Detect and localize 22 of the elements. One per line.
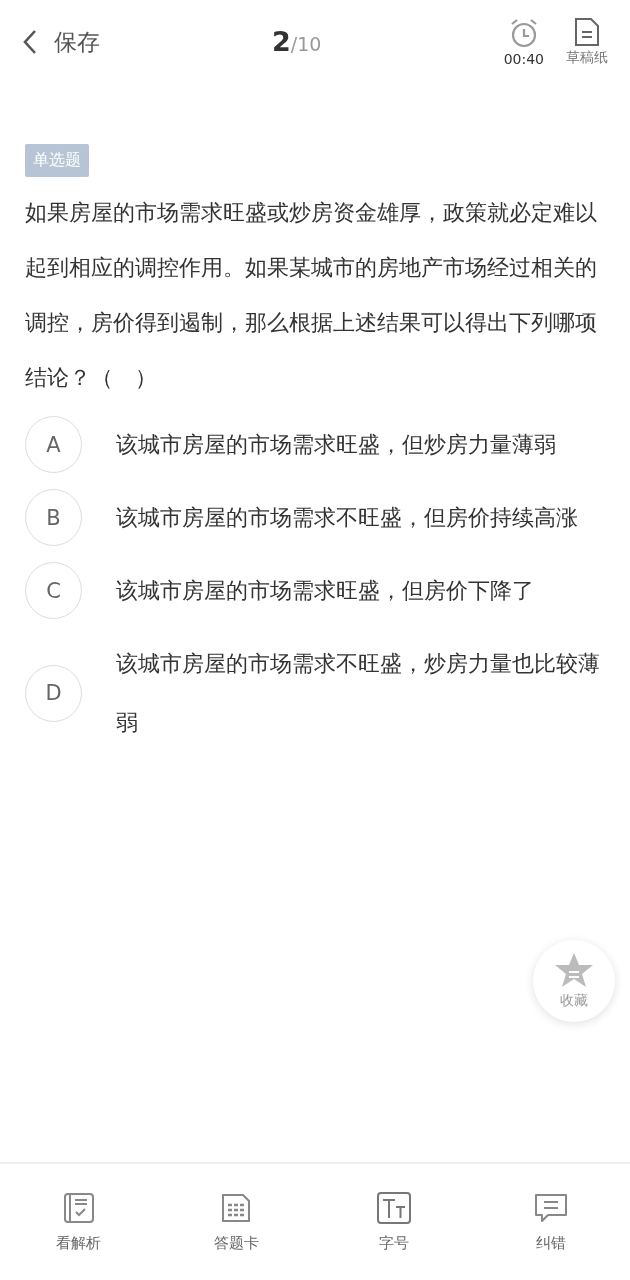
question-total: /10	[290, 33, 322, 55]
document-icon	[573, 17, 601, 47]
font-size-icon	[376, 1191, 411, 1224]
toolbar-button[interactable]: 字号	[333, 1191, 454, 1253]
scratch-paper-button[interactable]: 草稿纸	[566, 17, 608, 67]
toolbar-button[interactable]: 纠错	[491, 1191, 612, 1253]
question-text: 如果房屋的市场需求旺盛或炒房资金雄厚，政策就必定难以起到相应的调控作用。如果某城市的房地产市场经过相关的调控，房价得到遏制，那么根据上述结果可以得出下列哪项结论？（ ）	[25, 199, 598, 392]
toolbar-button[interactable]: 看解析	[18, 1191, 139, 1253]
question-type-tag: 单选题	[25, 144, 89, 177]
option-text[interactable]: 该城市房屋的市场需求旺盛，但房价下降了	[116, 561, 600, 620]
notebook-check-icon	[62, 1191, 95, 1224]
chat-bubble-icon	[534, 1191, 569, 1224]
option-text[interactable]: 该城市房屋的市场需求旺盛，但炒房力量薄弱	[116, 415, 600, 474]
back-icon	[22, 29, 38, 55]
question-number: 2	[272, 26, 291, 57]
timer-button[interactable]: 00:40	[503, 17, 544, 67]
star-icon	[554, 952, 594, 988]
grid-sheet-icon	[220, 1191, 253, 1224]
toolbar-button[interactable]: 答题卡	[176, 1191, 297, 1253]
option-text[interactable]: 该城市房屋的市场需求不旺盛，但房价持续高涨	[116, 488, 600, 547]
back-button[interactable]: 保存	[22, 26, 100, 58]
option-text[interactable]: 该城市房屋的市场需求不旺盛，炒房力量也比较薄弱	[116, 634, 600, 752]
